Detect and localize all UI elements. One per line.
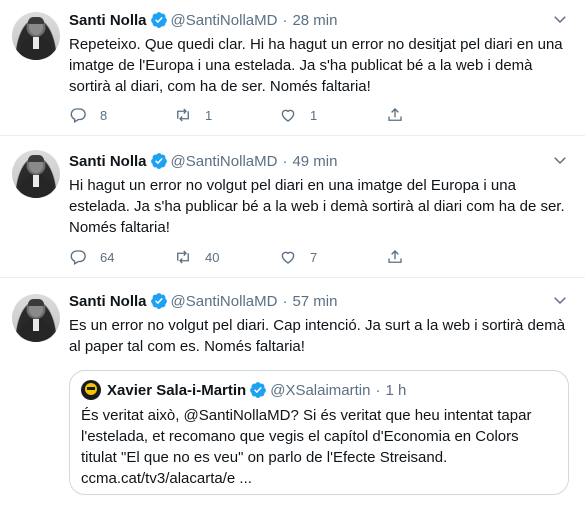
avatar[interactable] <box>12 12 60 60</box>
avatar[interactable] <box>12 294 60 342</box>
tweet-header: Santi Nolla @SantiNollaMD · 57 min <box>69 290 337 312</box>
author-handle[interactable]: @SantiNollaMD <box>171 153 278 170</box>
tweet-text: Es un error no volgut pel diari. Cap int… <box>69 317 566 355</box>
separator-dot: · <box>375 381 381 399</box>
author-name[interactable]: Santi Nolla <box>69 12 147 29</box>
share-button[interactable] <box>386 247 404 267</box>
reply-button[interactable]: 64 <box>69 247 114 267</box>
retweet-button[interactable]: 1 <box>174 105 212 125</box>
like-icon <box>281 251 295 264</box>
reply-count: 8 <box>100 107 108 123</box>
verified-badge-icon <box>150 12 167 28</box>
reply-count: 64 <box>100 249 115 265</box>
verified-badge-icon <box>250 382 267 398</box>
like-icon <box>281 109 295 122</box>
quoted-author-handle: @XSalaimartin <box>270 381 371 399</box>
tweet-text: Hi hagut un error no volgut pel diari en… <box>69 177 565 236</box>
separator-dot: · <box>282 152 288 170</box>
timestamp[interactable]: 28 min <box>292 12 337 29</box>
like-count: 7 <box>310 249 318 265</box>
quoted-timestamp: 1 h <box>385 381 407 399</box>
tweet-actions: 8 1 1 <box>69 105 489 125</box>
share-icon <box>388 108 402 121</box>
timestamp[interactable]: 57 min <box>292 293 337 310</box>
verified-badge-icon <box>150 293 167 309</box>
quoted-avatar <box>81 380 101 400</box>
tweet-header: Santi Nolla @SantiNollaMD · 28 min <box>69 9 337 31</box>
reply-button[interactable]: 8 <box>69 105 107 125</box>
separator-dot: · <box>282 11 288 29</box>
author-name[interactable]: Santi Nolla <box>69 293 147 310</box>
reply-icon <box>70 250 86 265</box>
timestamp[interactable]: 49 min <box>292 153 337 170</box>
share-icon <box>388 250 402 263</box>
retweet-icon <box>177 108 189 122</box>
retweet-button[interactable]: 40 <box>174 247 219 267</box>
quoted-author-name: Xavier Sala-i-Martin <box>107 381 247 399</box>
verified-badge-icon <box>150 153 167 169</box>
share-button[interactable] <box>386 105 404 125</box>
separator-dot: · <box>282 292 288 310</box>
tweet-2[interactable]: Santi Nolla @SantiNollaMD · 49 min Hi ha… <box>0 137 585 278</box>
avatar[interactable] <box>12 150 60 198</box>
tweet-text: Repeteixo. Que quedi clar. Hi ha hagut u… <box>69 36 563 95</box>
author-handle[interactable]: @SantiNollaMD <box>171 12 278 29</box>
chevron-down-icon[interactable] <box>551 291 569 309</box>
reply-icon <box>70 108 86 123</box>
quoted-tweet[interactable]: Xavier Sala-i-Martin @XSalaimartin · 1 h… <box>69 370 569 495</box>
chevron-down-icon[interactable] <box>551 10 569 28</box>
like-button[interactable]: 7 <box>279 247 317 267</box>
quoted-tweet-header: Xavier Sala-i-Martin @XSalaimartin · 1 h <box>81 379 406 401</box>
chevron-down-icon[interactable] <box>551 151 569 169</box>
like-count: 1 <box>310 107 318 123</box>
tweet-1[interactable]: Santi Nolla @SantiNollaMD · 28 min Repet… <box>0 0 585 136</box>
author-handle[interactable]: @SantiNollaMD <box>171 293 278 310</box>
tweet-actions: 64 40 7 <box>69 247 489 267</box>
retweet-icon <box>177 250 189 264</box>
retweet-count: 1 <box>205 107 213 123</box>
retweet-count: 40 <box>205 249 220 265</box>
author-name[interactable]: Santi Nolla <box>69 153 147 170</box>
tweet-header: Santi Nolla @SantiNollaMD · 49 min <box>69 150 337 172</box>
like-button[interactable]: 1 <box>279 105 317 125</box>
quoted-tweet-text: És veritat això, @SantiNollaMD? Si és ve… <box>81 407 532 487</box>
